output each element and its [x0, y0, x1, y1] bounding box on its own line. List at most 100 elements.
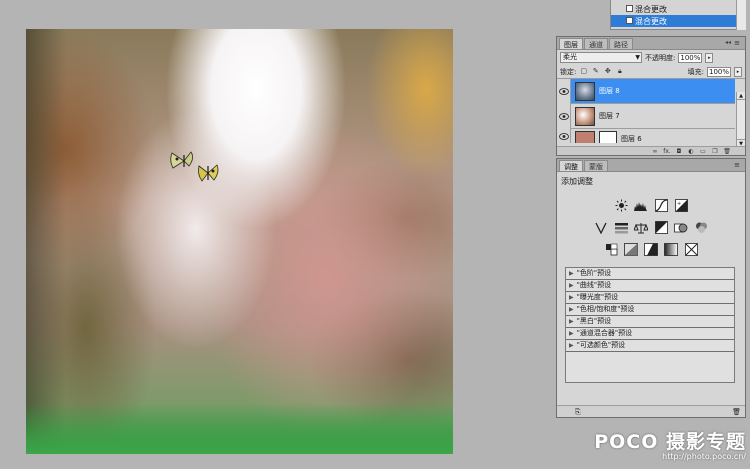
gradient-map-icon[interactable]: [664, 242, 679, 257]
layer-row[interactable]: 图层 6: [557, 129, 735, 143]
fill-label: 填充:: [687, 67, 704, 76]
hue-saturation-icon[interactable]: [614, 220, 629, 235]
presets-list: ▶ "色阶"预设 ▶ "曲线"预设 ▶ "曝光度"预设 ▶ "色相/饱和度"预设 ▶ "黑…: [565, 267, 735, 383]
preset-hue-saturation[interactable]: ▶ "色相/饱和度"预设: [566, 304, 734, 316]
scroll-up-icon[interactable]: ▲: [737, 92, 745, 100]
history-strip: 混合更改 混合更改: [610, 0, 746, 30]
opacity-slider-button[interactable]: ▸: [705, 52, 714, 63]
adjust-tabbar: 调整 蒙版 ≡: [557, 159, 745, 172]
preset-label: "曝光度"预设: [576, 293, 619, 301]
tab-paths[interactable]: 路径: [609, 38, 633, 49]
adjust-icon-row: +: [557, 198, 745, 214]
adjust-icon-row: [557, 220, 745, 236]
collapse-icon[interactable]: ◂◂: [725, 39, 731, 46]
preset-channel-mixer[interactable]: ▶ "通道混合器"预设: [566, 328, 734, 340]
adjustments-panel: 调整 蒙版 ≡ 添加调整 + ▶ "色阶"预设 ▶ "曲线"预设 ▶ "曝光度"…: [556, 158, 746, 418]
add-mask-icon[interactable]: ◘: [675, 148, 683, 155]
watermark-brand: POCO 摄影专题: [594, 431, 746, 453]
new-layer-icon[interactable]: ❐: [711, 148, 719, 155]
layer-thumbnail: [575, 130, 595, 143]
group-folder-icon[interactable]: ▭: [699, 148, 707, 155]
preset-selective-color[interactable]: ▶ "可选颜色"预设: [566, 340, 734, 352]
expand-triangle-icon: ▶: [569, 318, 574, 325]
lock-all-icon[interactable]: 🔒︎: [615, 67, 624, 76]
expand-triangle-icon: ▶: [569, 270, 574, 277]
history-row-label: 混合更改: [635, 4, 667, 14]
moth-left-image: [170, 151, 193, 169]
opacity-label: 不透明度:: [645, 53, 676, 62]
delete-adjustment-icon[interactable]: 🗑︎: [732, 408, 741, 416]
lock-image-icon[interactable]: ✎: [591, 67, 600, 76]
clip-layer-icon[interactable]: ⎘: [575, 408, 581, 417]
adjust-icon-row: [557, 242, 745, 258]
preset-black-white[interactable]: ▶ "黑白"预设: [566, 316, 734, 328]
preset-label: "可选颜色"预设: [576, 341, 626, 349]
eye-icon[interactable]: [557, 103, 571, 129]
brightness-icon[interactable]: [614, 198, 629, 213]
eye-icon[interactable]: [557, 129, 571, 143]
opacity-input[interactable]: 100%: [678, 52, 703, 63]
expand-triangle-icon: ▶: [569, 330, 574, 337]
layer-name: 图层 7: [599, 112, 620, 120]
tab-channels[interactable]: 通道: [584, 38, 608, 49]
preset-label: "色阶"预设: [576, 269, 612, 277]
expand-triangle-icon: ▶: [569, 294, 574, 301]
levels-icon[interactable]: [634, 198, 649, 213]
layer-row[interactable]: 图层 7: [557, 103, 735, 129]
invert-icon[interactable]: [604, 242, 619, 257]
lock-position-icon[interactable]: ✥: [603, 67, 612, 76]
threshold-icon[interactable]: [644, 242, 659, 257]
layers-bottombar: ∞ fx. ◘ ◐ ▭ ❐ 🗑︎: [557, 146, 745, 155]
history-state-icon: [626, 5, 633, 12]
fx-icon[interactable]: fx.: [663, 148, 671, 155]
curves-icon[interactable]: [654, 198, 669, 213]
panel-menu-icon[interactable]: ≡: [732, 161, 742, 169]
blend-options: 柔光 ▼ 不透明度: 100% ▸: [557, 50, 745, 65]
expand-triangle-icon: ▶: [569, 306, 574, 313]
layers-scrollbar[interactable]: ▲ ▼: [736, 92, 745, 147]
layer-row[interactable]: 图层 8: [557, 78, 735, 104]
history-scrollbar[interactable]: [736, 0, 746, 30]
lock-transparent-icon[interactable]: ▢: [579, 67, 588, 76]
selective-color-icon[interactable]: [684, 242, 699, 257]
tab-layers[interactable]: 图层: [559, 38, 583, 49]
photo-filter-icon[interactable]: [674, 220, 689, 235]
black-white-icon[interactable]: [654, 220, 669, 235]
canvas-shadow: [26, 29, 66, 454]
vibrance-icon[interactable]: [594, 220, 609, 235]
fill-slider-button[interactable]: ▸: [734, 66, 742, 77]
preset-levels[interactable]: ▶ "色阶"预设: [566, 268, 734, 280]
color-balance-icon[interactable]: [634, 220, 649, 235]
adjustment-layer-icon[interactable]: ◐: [687, 148, 695, 155]
lock-options: 锁定: ▢ ✎ ✥ 🔒︎ 填充: 100% ▸: [557, 65, 745, 79]
document-canvas[interactable]: [26, 29, 453, 454]
layer-thumbnail: [575, 106, 595, 126]
panel-menu-icon[interactable]: ≡: [732, 39, 742, 47]
canvas-foliage: [26, 404, 453, 454]
preset-exposure[interactable]: ▶ "曝光度"预设: [566, 292, 734, 304]
trash-icon[interactable]: 🗑︎: [723, 148, 731, 155]
layer-mask-thumbnail: [599, 130, 617, 143]
layer-name: 图层 8: [599, 87, 620, 95]
layer-name: 图层 6: [621, 135, 642, 143]
lock-label: 锁定:: [560, 67, 577, 76]
preset-curves[interactable]: ▶ "曲线"预设: [566, 280, 734, 292]
blend-mode-select[interactable]: 柔光 ▼: [560, 52, 642, 63]
history-row-selected[interactable]: 混合更改: [611, 15, 737, 27]
posterize-icon[interactable]: [624, 242, 639, 257]
tab-masks[interactable]: 蒙版: [584, 160, 608, 171]
exposure-icon[interactable]: +: [674, 198, 689, 213]
channel-mixer-icon[interactable]: [694, 220, 709, 235]
history-row-label: 混合更改: [635, 16, 667, 26]
eye-icon[interactable]: [557, 78, 571, 104]
adjust-footer: ⎘ 🗑︎: [557, 405, 745, 417]
tab-adjustments[interactable]: 调整: [559, 160, 583, 171]
adjust-title: 添加调整: [561, 177, 593, 186]
preset-label: "黑白"预设: [576, 317, 612, 325]
history-row[interactable]: 混合更改: [611, 3, 737, 15]
fill-input[interactable]: 100%: [707, 66, 731, 77]
link-layers-icon[interactable]: ∞: [651, 148, 659, 155]
expand-triangle-icon: ▶: [569, 282, 574, 289]
layers-tabbar: 图层 通道 路径 ◂◂ ≡: [557, 37, 745, 50]
layer-thumbnail: [575, 81, 595, 101]
